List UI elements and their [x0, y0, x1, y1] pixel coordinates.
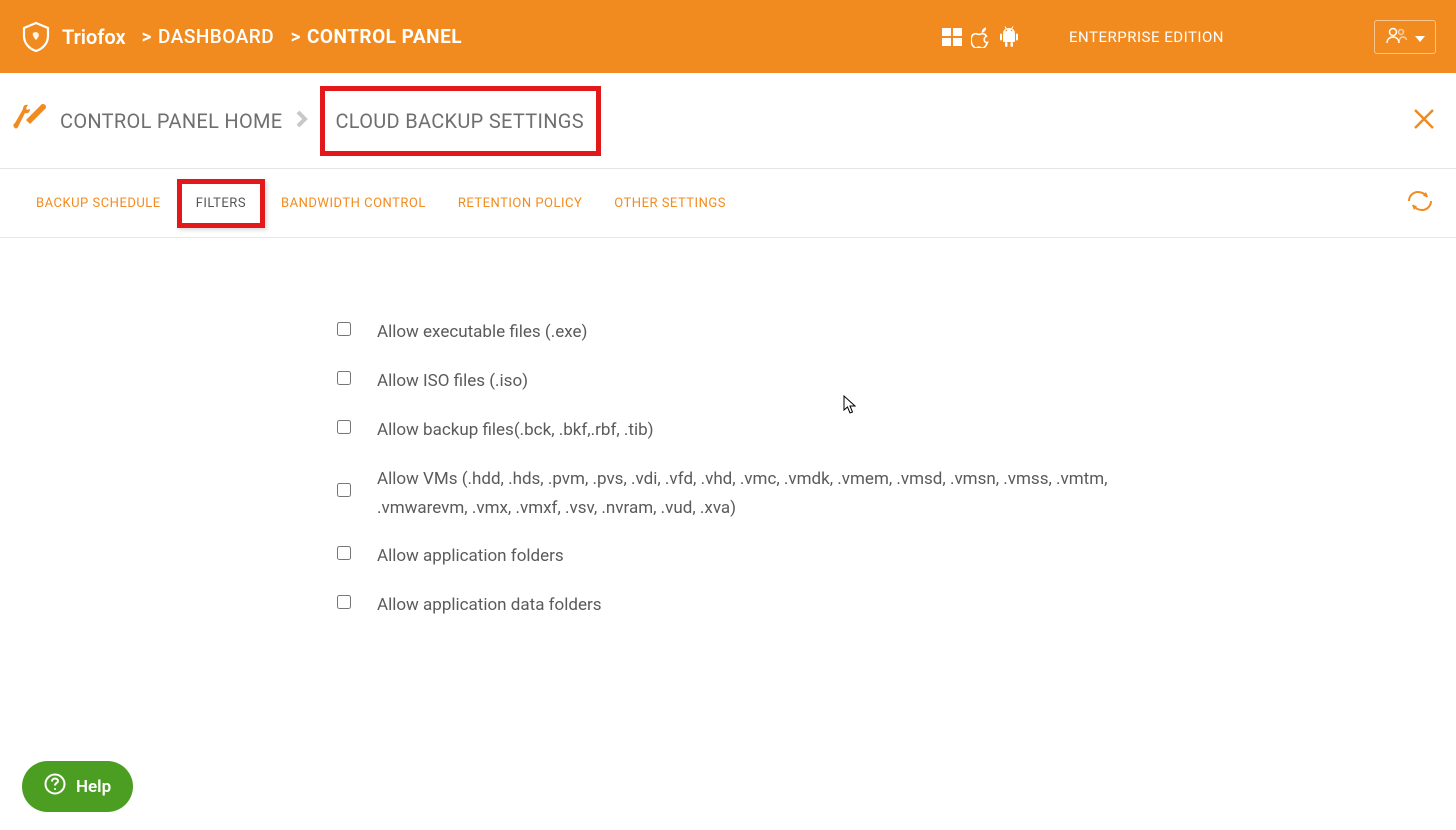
filter-checkbox-exe[interactable] — [337, 322, 351, 336]
tab-retention-policy[interactable]: RETENTION POLICY — [442, 182, 598, 225]
apple-icon[interactable] — [971, 26, 991, 48]
filter-label: Allow ISO files (.iso) — [377, 367, 528, 396]
filter-label: Allow VMs (.hdd, .hds, .pvm, .pvs, .vdi,… — [377, 465, 1137, 523]
windows-icon[interactable] — [941, 26, 963, 48]
tools-icon — [12, 100, 50, 142]
filter-row: Allow executable files (.exe) — [337, 318, 1150, 347]
filter-label: Allow backup files(.bck, .bkf,.rbf, .tib… — [377, 416, 654, 445]
brand-name[interactable]: Triofox — [62, 25, 126, 49]
sub-header: CONTROL PANEL HOME CLOUD BACKUP SETTINGS — [0, 73, 1456, 169]
edition-label: ENTERPRISE EDITION — [1069, 28, 1224, 46]
tab-other-settings[interactable]: OTHER SETTINGS — [598, 182, 742, 225]
tab-filters[interactable]: FILTERS — [177, 179, 265, 228]
tab-backup-schedule[interactable]: BACKUP SCHEDULE — [20, 182, 177, 225]
breadcrumb-separator: > — [280, 25, 301, 48]
breadcrumb-control-panel[interactable]: CONTROL PANEL — [307, 25, 462, 48]
tabs-bar: BACKUP SCHEDULE FILTERS BANDWIDTH CONTRO… — [0, 169, 1456, 238]
highlight-cloud-backup-settings: CLOUD BACKUP SETTINGS — [320, 86, 600, 156]
android-icon[interactable] — [999, 26, 1019, 48]
help-icon — [44, 773, 66, 800]
tab-bandwidth-control[interactable]: BANDWIDTH CONTROL — [265, 182, 442, 225]
filter-label: Allow executable files (.exe) — [377, 318, 587, 347]
filter-checkbox-app-folders[interactable] — [337, 546, 351, 560]
filter-row: Allow application folders — [337, 542, 1150, 571]
filter-row: Allow VMs (.hdd, .hds, .pvm, .pvs, .vdi,… — [337, 465, 1150, 523]
refresh-icon[interactable] — [1404, 189, 1436, 217]
platform-icons — [941, 26, 1019, 48]
header-right: ENTERPRISE EDITION — [941, 20, 1436, 54]
filter-checkbox-iso[interactable] — [337, 371, 351, 385]
filter-checkbox-app-data-folders[interactable] — [337, 595, 351, 609]
breadcrumb-dashboard[interactable]: DASHBOARD — [158, 25, 274, 48]
user-icon — [1385, 26, 1407, 48]
filter-label: Allow application folders — [377, 542, 564, 571]
sub-breadcrumb: CONTROL PANEL HOME CLOUD BACKUP SETTINGS — [60, 86, 601, 156]
filter-checkbox-vms[interactable] — [337, 483, 351, 497]
chevron-right-icon — [296, 109, 308, 133]
filter-checkbox-backup[interactable] — [337, 420, 351, 434]
chevron-down-icon — [1415, 27, 1425, 46]
sub-breadcrumb-home[interactable]: CONTROL PANEL HOME — [60, 109, 282, 133]
filter-row: Allow ISO files (.iso) — [337, 367, 1150, 396]
top-header: Triofox > DASHBOARD > CONTROL PANEL — [0, 0, 1456, 73]
sub-breadcrumb-settings[interactable]: CLOUD BACKUP SETTINGS — [335, 109, 583, 133]
breadcrumb-separator: > — [142, 25, 152, 48]
user-dropdown[interactable] — [1374, 20, 1436, 54]
help-label: Help — [76, 777, 111, 797]
logo-icon — [20, 21, 52, 53]
filters-content: Allow executable files (.exe) Allow ISO … — [0, 238, 1150, 620]
filter-label: Allow application data folders — [377, 591, 602, 620]
breadcrumb: > DASHBOARD > CONTROL PANEL — [136, 25, 462, 48]
close-button[interactable] — [1404, 99, 1444, 143]
help-button[interactable]: Help — [22, 761, 133, 812]
filter-row: Allow backup files(.bck, .bkf,.rbf, .tib… — [337, 416, 1150, 445]
filter-row: Allow application data folders — [337, 591, 1150, 620]
